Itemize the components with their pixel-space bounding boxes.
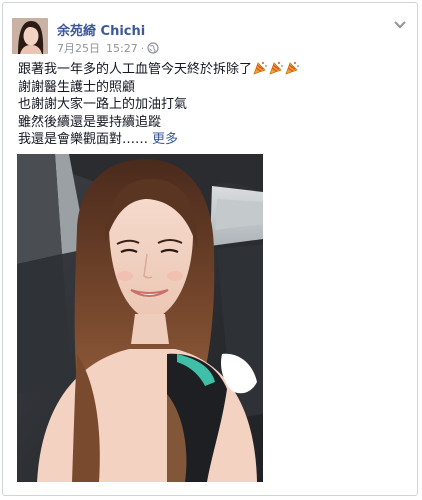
author-avatar[interactable] <box>12 18 48 54</box>
globe-icon[interactable] <box>147 42 159 54</box>
post-text-line-3: 也謝謝大家一路上的加油打氣 <box>18 97 188 112</box>
post-text-line-1: 跟著我一年多的人工血管今天終於拆除了 <box>18 61 398 79</box>
post-meta: 7月25日 15:27 · <box>57 40 159 56</box>
party-popper-icon <box>285 61 300 75</box>
post-text-line-5: 我還是會樂觀面對…… 更多 <box>18 131 398 149</box>
party-popper-icon <box>269 61 284 75</box>
post-date[interactable]: 7月25日 <box>57 40 100 56</box>
party-popper-icon <box>253 61 268 75</box>
chevron-down-icon[interactable] <box>391 17 409 31</box>
post-text-line-2: 謝謝醫生護士的照顧 <box>18 79 136 95</box>
author-name[interactable]: 余苑綺 Chichi <box>57 20 145 39</box>
post-text-line-4: 雖然後續還是要持續追蹤 <box>18 114 162 130</box>
post-card: 余苑綺 Chichi 7月25日 15:27 · 跟著我一年多的人工血管今天終於… <box>2 2 418 496</box>
post-time[interactable]: 15:27 <box>106 42 138 55</box>
see-more-link[interactable]: 更多 <box>152 132 178 147</box>
meta-separator: · <box>140 41 145 55</box>
post-header: 余苑綺 Chichi 7月25日 15:27 · <box>12 13 409 57</box>
post-text-line-1-text: 跟著我一年多的人工血管今天終於拆除了 <box>18 62 253 77</box>
post-body: 跟著我一年多的人工血管今天終於拆除了 謝謝醫生護士的照顧 也謝謝大家一路上的加油… <box>18 61 398 149</box>
post-text-line-5-text: 我還是會樂觀面對…… <box>18 132 149 147</box>
post-photo[interactable] <box>17 154 263 482</box>
